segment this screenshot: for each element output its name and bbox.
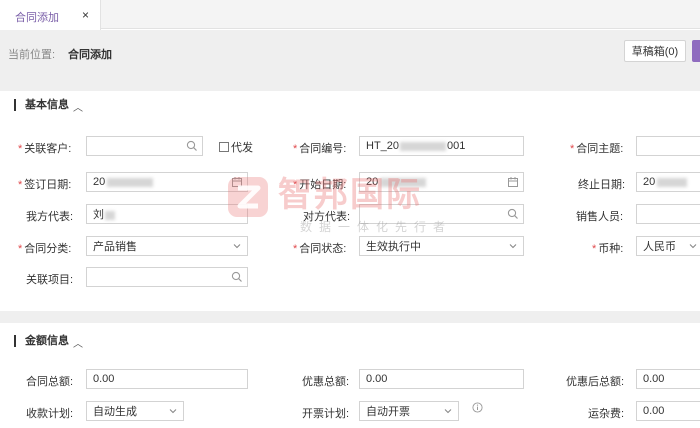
location-bar: 当前位置: 合同添加 草稿箱(0) [0, 30, 700, 83]
tab-bar: 合同添加 × [0, 0, 700, 30]
chevron-up-icon[interactable]: ︿ [73, 335, 83, 350]
currency-select[interactable]: 人民币 [636, 236, 700, 256]
chevron-down-icon [444, 409, 452, 414]
search-icon[interactable] [186, 140, 198, 152]
their-rep-label: 对方代表: [303, 211, 351, 223]
invoice-plan-label: 开票计划: [302, 408, 350, 420]
discount-label: 优惠总额: [302, 376, 350, 388]
discount-input[interactable]: 0.00 [359, 369, 524, 389]
sign-date-label: * 签订日期: [18, 179, 72, 191]
save-button[interactable] [692, 40, 700, 62]
location-label: 当前位置: [8, 49, 56, 61]
search-icon[interactable] [231, 271, 243, 283]
salesperson-input[interactable] [636, 204, 700, 224]
amount-info-title: 金额信息 [14, 335, 69, 347]
payment-plan-label: 收款计划: [26, 408, 74, 420]
customer-input[interactable] [86, 136, 203, 156]
section-gap [0, 83, 700, 91]
after-discount-input[interactable]: 0.00 [636, 369, 700, 389]
draft-box-button[interactable]: 草稿箱(0) [624, 40, 686, 62]
our-rep-label: 我方代表: [26, 211, 74, 223]
subject-label: * 合同主题: [570, 143, 624, 155]
info-icon[interactable] [472, 402, 483, 413]
their-rep-input[interactable] [359, 204, 524, 224]
tab-contract-add[interactable]: 合同添加 × [0, 0, 101, 30]
payment-plan-select[interactable]: 自动生成 [86, 401, 184, 421]
misc-fee-label: 运杂费: [588, 408, 625, 420]
calendar-icon[interactable] [231, 176, 243, 188]
chevron-down-icon [509, 244, 517, 249]
chevron-down-icon [233, 244, 241, 249]
chevron-down-icon [169, 409, 177, 414]
start-date-input[interactable]: 20 [359, 172, 524, 192]
end-date-label: 终止日期: [578, 179, 626, 191]
category-label: * 合同分类: [18, 243, 72, 255]
close-icon[interactable]: × [82, 8, 89, 22]
calendar-icon[interactable] [507, 176, 519, 188]
sign-date-input[interactable]: 20 [86, 172, 248, 192]
basic-info-title: 基本信息 [14, 99, 69, 111]
proxy-label: 代发 [231, 142, 253, 154]
salesperson-label: 销售人员: [576, 211, 624, 223]
search-icon[interactable] [507, 208, 519, 220]
status-label: * 合同状态: [293, 243, 347, 255]
our-rep-input[interactable]: 刘 [86, 204, 248, 224]
contract-no-value: HT_20 001 [366, 140, 466, 152]
chevron-down-icon [689, 244, 697, 249]
end-date-input[interactable]: 20 [636, 172, 700, 192]
location-value: 合同添加 [68, 49, 112, 61]
invoice-plan-select[interactable]: 自动开票 [359, 401, 459, 421]
proxy-checkbox[interactable]: 代发 [219, 139, 253, 155]
project-input[interactable] [86, 267, 248, 287]
tab-label: 合同添加 [15, 12, 59, 24]
customer-label: * 关联客户: [18, 143, 72, 155]
status-select[interactable]: 生效执行中 [359, 236, 524, 256]
total-label: 合同总额: [26, 376, 74, 388]
checkbox-box[interactable] [219, 142, 229, 152]
project-label: 关联项目: [26, 274, 74, 286]
subject-input[interactable] [636, 136, 700, 156]
contract-no-label: * 合同编号: [293, 143, 347, 155]
total-input[interactable]: 0.00 [86, 369, 248, 389]
misc-fee-input[interactable]: 0.00 [636, 401, 700, 421]
section-gap [0, 311, 700, 323]
start-date-label: * 开始日期: [293, 179, 347, 191]
after-discount-label: 优惠后总额: [566, 376, 625, 388]
contract-no-input[interactable]: HT_20 001 [359, 136, 524, 156]
category-select[interactable]: 产品销售 [86, 236, 248, 256]
currency-label: * 币种: [592, 243, 624, 255]
chevron-up-icon[interactable]: ︿ [73, 99, 83, 114]
